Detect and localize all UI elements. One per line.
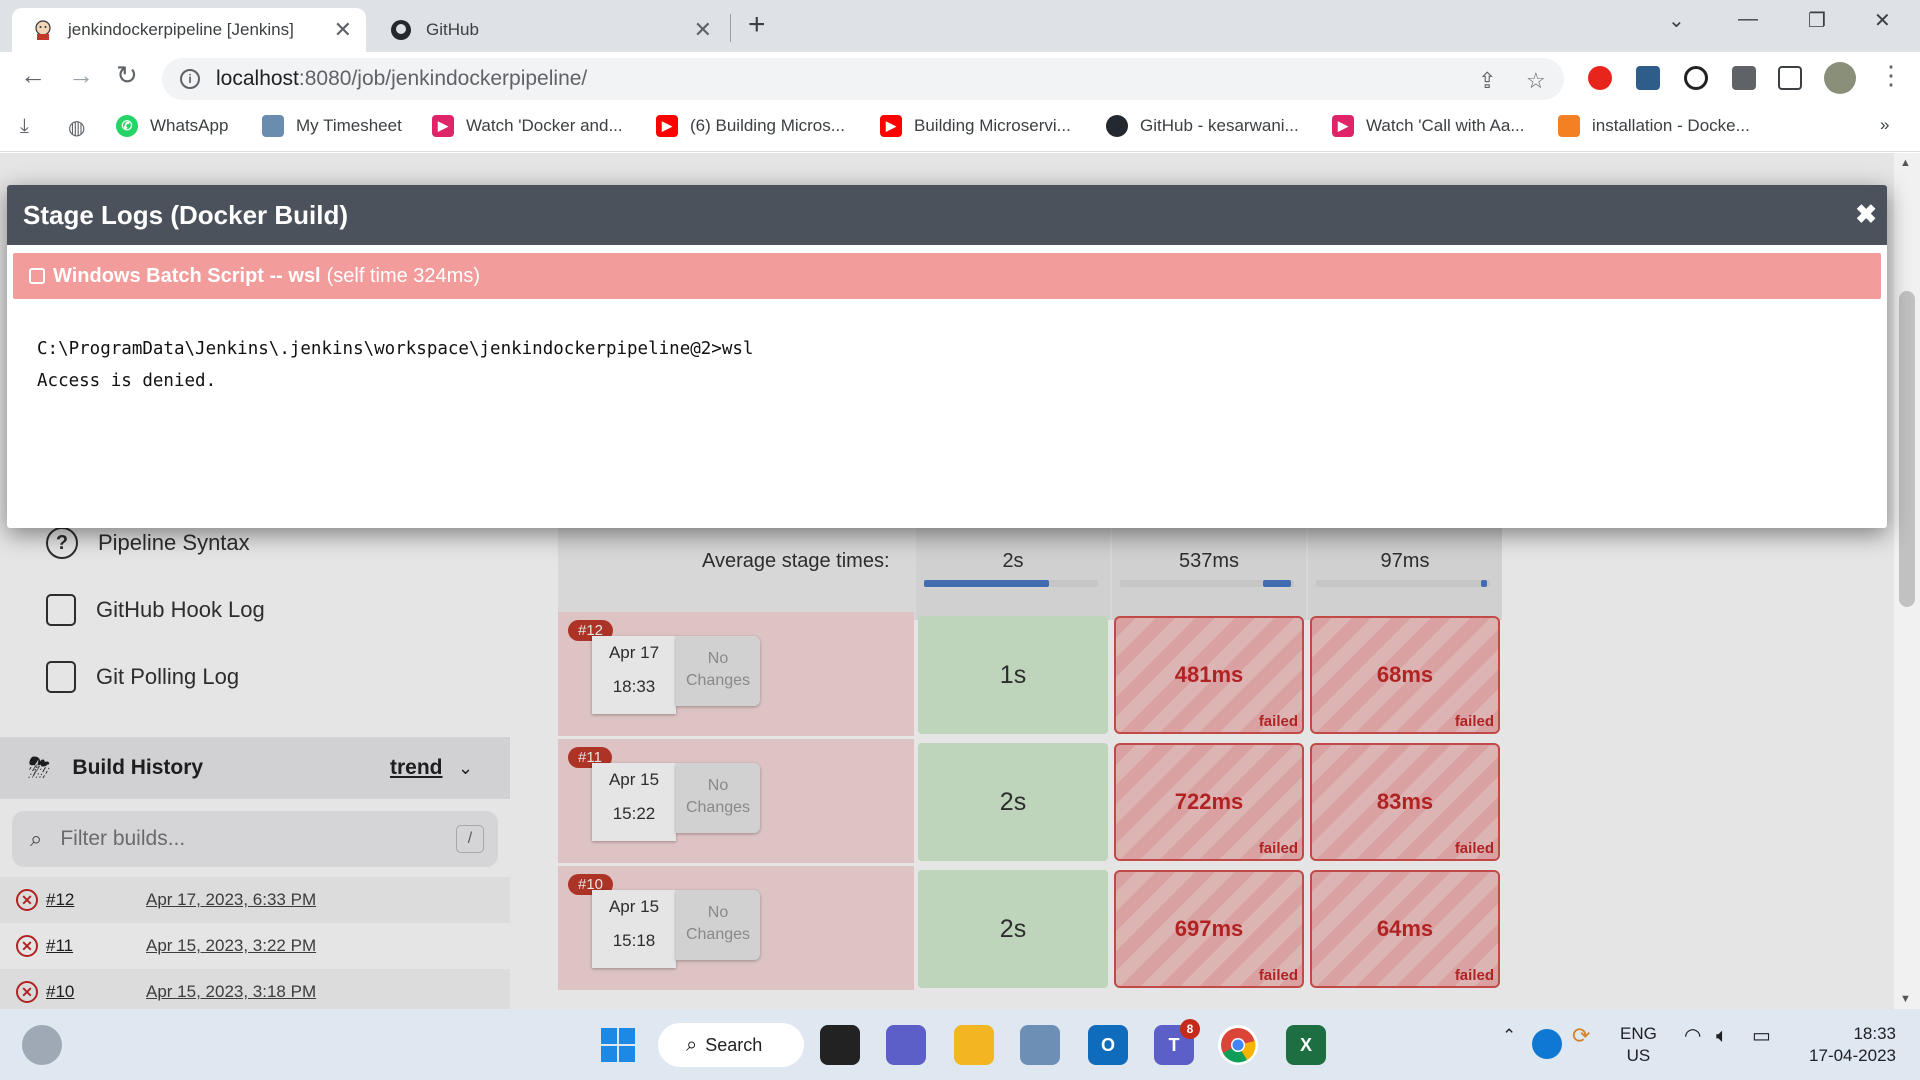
close-tab-icon[interactable]: ✕: [694, 19, 712, 41]
new-tab-icon[interactable]: +: [748, 10, 766, 40]
show-hidden-icons[interactable]: ⌃: [1502, 1025, 1516, 1047]
browser-tab-bar: jenkindockerpipeline [Jenkins] ✕ GitHub …: [0, 0, 1920, 52]
remote-desktop-icon[interactable]: [1020, 1025, 1060, 1065]
bookmark-star-icon[interactable]: ☆: [1526, 68, 1546, 94]
tab-jenkins[interactable]: jenkindockerpipeline [Jenkins] ✕: [12, 8, 366, 52]
wifi-icon[interactable]: ◠: [1684, 1025, 1701, 1047]
url-text: localhost:8080/job/jenkindockerpipeline/: [216, 67, 588, 90]
page-scrollbar[interactable]: ▲ ▼: [1894, 153, 1920, 1009]
download-icon[interactable]: ⤓: [20, 115, 29, 138]
restore-icon[interactable]: ❐: [1808, 8, 1826, 33]
minimize-icon[interactable]: —: [1738, 8, 1758, 31]
tab-title: GitHub: [426, 20, 479, 39]
bookmark-call-video[interactable]: ▶ Watch 'Call with Aa...: [1332, 115, 1525, 137]
teams-chat-icon[interactable]: [886, 1025, 926, 1065]
console-log: C:\ProgramData\Jenkins\.jenkins\workspac…: [37, 333, 753, 397]
bookmark-building-microservi[interactable]: ▶ Building Microservi...: [880, 115, 1071, 137]
play-icon: ▶: [432, 115, 454, 137]
volume-icon[interactable]: 🔈︎: [1716, 1025, 1728, 1047]
address-bar[interactable]: i localhost:8080/job/jenkindockerpipelin…: [162, 58, 1564, 100]
close-window-icon[interactable]: ✕: [1874, 8, 1891, 33]
scroll-up-icon[interactable]: ▲: [1900, 157, 1911, 169]
clock[interactable]: 18:33 17-04-2023: [1796, 1023, 1896, 1067]
log-line: Access is denied.: [37, 371, 217, 391]
youtube-icon: ▶: [656, 115, 678, 137]
jenkins-icon: [32, 19, 54, 41]
bookmark-timesheet[interactable]: My Timesheet: [262, 115, 402, 137]
close-icon[interactable]: ✖: [1855, 199, 1877, 230]
windows-start-icon[interactable]: [598, 1025, 638, 1065]
extension-sync-icon[interactable]: [1684, 66, 1708, 90]
sync-icon[interactable]: ⟳: [1572, 1025, 1590, 1047]
stage-logs-dialog: Stage Logs (Docker Build) ✖ Windows Batc…: [7, 185, 1887, 528]
github-icon: [390, 19, 412, 41]
side-panel-icon[interactable]: [1778, 66, 1802, 90]
menu-kebab-icon[interactable]: ⋮: [1878, 62, 1904, 88]
step-self-time: (self time 324ms): [326, 264, 480, 287]
whatsapp-icon: ✆: [116, 115, 138, 137]
extensions-puzzle-icon[interactable]: [1732, 66, 1756, 90]
bookmark-docker-video[interactable]: ▶ Watch 'Docker and...: [432, 115, 623, 137]
bookmark-github-kesarwani[interactable]: GitHub - kesarwani...: [1106, 115, 1299, 137]
excel-icon[interactable]: X: [1286, 1025, 1326, 1065]
step-log-header[interactable]: Windows Batch Script -- wsl (self time 3…: [13, 253, 1881, 299]
language-indicator[interactable]: ENG US: [1620, 1023, 1657, 1067]
play-icon: ▶: [1332, 115, 1354, 137]
log-line: C:\ProgramData\Jenkins\.jenkins\workspac…: [37, 339, 754, 359]
battery-icon[interactable]: ▭: [1752, 1025, 1771, 1047]
tab-title: jenkindockerpipeline [Jenkins]: [68, 20, 294, 39]
scrollbar-thumb[interactable]: [1899, 291, 1915, 607]
github-icon: [1106, 115, 1128, 137]
reload-icon[interactable]: ↻: [116, 62, 138, 88]
tab-github[interactable]: GitHub ✕: [370, 8, 726, 52]
onedrive-icon[interactable]: [1532, 1029, 1562, 1059]
tab-search-icon[interactable]: ⌄: [1668, 8, 1685, 33]
more-bookmarks-icon[interactable]: »: [1880, 115, 1889, 135]
tab-separator: [730, 14, 731, 42]
bookmarks-bar: ⤓ ◍ ✆ WhatsApp My Timesheet ▶ Watch 'Docke…: [0, 104, 1920, 152]
windows-taskbar: ⌕ Search O T 8 X ⌃ ⟳ ENG US ◠ 🔈︎ ▭ 18:33 1…: [0, 1009, 1920, 1080]
extension-blue-icon[interactable]: [1636, 66, 1660, 90]
youtube-icon: ▶: [880, 115, 902, 137]
back-icon[interactable]: ←: [20, 62, 46, 88]
search-icon: ⌕: [686, 1033, 698, 1056]
step-title: Windows Batch Script -- wsl: [53, 264, 321, 287]
teams-icon[interactable]: T 8: [1154, 1019, 1200, 1065]
bookmark-building-micros[interactable]: ▶ (6) Building Micros...: [656, 115, 845, 137]
timesheet-icon: [262, 115, 284, 137]
site-info-icon[interactable]: i: [180, 69, 200, 89]
chrome-icon[interactable]: [1218, 1025, 1258, 1065]
outlook-icon[interactable]: O: [1088, 1025, 1128, 1065]
terminal-icon: [29, 268, 45, 284]
extension-red-icon[interactable]: [1588, 66, 1612, 90]
bookmark-docker-installation[interactable]: installation - Docke...: [1558, 115, 1750, 137]
task-view-icon[interactable]: [820, 1025, 860, 1065]
file-explorer-icon[interactable]: [954, 1025, 994, 1065]
taskbar-search[interactable]: ⌕ Search: [658, 1023, 804, 1067]
bookmark-whatsapp[interactable]: ✆ WhatsApp: [116, 115, 228, 137]
scroll-down-icon[interactable]: ▼: [1900, 993, 1911, 1005]
profile-avatar[interactable]: [1824, 62, 1856, 94]
dialog-header: Stage Logs (Docker Build) ✖: [7, 185, 1887, 245]
weather-widget-icon[interactable]: [22, 1025, 62, 1065]
notification-badge: 8: [1180, 1019, 1200, 1039]
share-icon[interactable]: ⇪: [1478, 68, 1496, 94]
browser-toolbar: ← → ↻ i localhost:8080/job/jenkindockerp…: [0, 52, 1920, 104]
forward-icon[interactable]: →: [68, 62, 94, 88]
stackoverflow-icon: [1558, 115, 1580, 137]
close-tab-icon[interactable]: ✕: [334, 19, 352, 41]
dialog-title: Stage Logs (Docker Build): [23, 199, 349, 230]
globe-icon[interactable]: ◍: [68, 115, 85, 140]
